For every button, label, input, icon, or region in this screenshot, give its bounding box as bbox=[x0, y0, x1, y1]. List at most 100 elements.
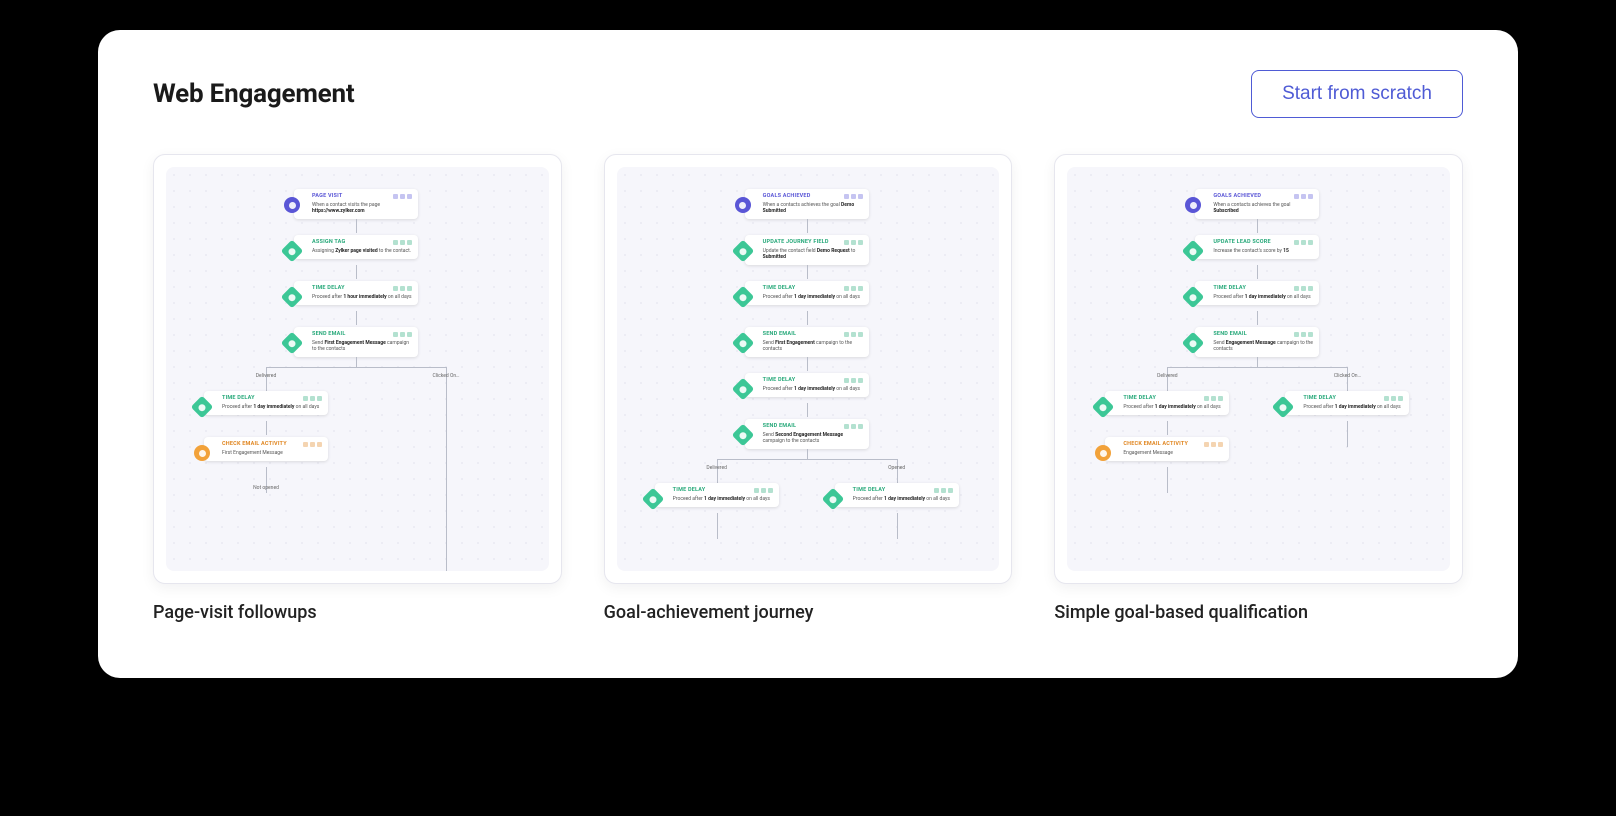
node-title: PAGE VISIT bbox=[312, 193, 343, 200]
flow-node[interactable]: UPDATE LEAD SCOREIncrease the contact's … bbox=[1195, 235, 1319, 259]
node-title: SEND EMAIL bbox=[763, 331, 797, 338]
edit-icon[interactable] bbox=[1294, 286, 1299, 291]
delete-icon[interactable] bbox=[407, 240, 412, 245]
delete-icon[interactable] bbox=[858, 332, 863, 337]
template-column: GOALS ACHIEVEDWhen a contacts achieves t… bbox=[604, 154, 1013, 623]
flow-node[interactable]: GOALS ACHIEVEDWhen a contacts achieves t… bbox=[745, 189, 869, 219]
flow-node[interactable]: TIME DELAYProceed after 1 hour immediate… bbox=[294, 281, 418, 305]
delete-icon[interactable] bbox=[317, 396, 322, 401]
delete-icon[interactable] bbox=[407, 194, 412, 199]
edit-icon[interactable] bbox=[1294, 194, 1299, 199]
edit-icon[interactable] bbox=[844, 194, 849, 199]
edit-icon[interactable] bbox=[1204, 442, 1209, 447]
delete-icon[interactable] bbox=[768, 488, 773, 493]
delete-icon[interactable] bbox=[858, 240, 863, 245]
edit-icon[interactable] bbox=[844, 240, 849, 245]
branch-label: Not opened bbox=[253, 485, 279, 491]
copy-icon[interactable] bbox=[1301, 332, 1306, 337]
copy-icon[interactable] bbox=[851, 378, 856, 383]
template-card[interactable]: PAGE VISITWhen a contact visits the page… bbox=[153, 154, 562, 584]
delete-icon[interactable] bbox=[1218, 442, 1223, 447]
edit-icon[interactable] bbox=[844, 378, 849, 383]
node-title: TIME DELAY bbox=[1123, 395, 1156, 402]
edit-icon[interactable] bbox=[393, 332, 398, 337]
edit-icon[interactable] bbox=[1294, 332, 1299, 337]
copy-icon[interactable] bbox=[851, 240, 856, 245]
flow-node[interactable]: TIME DELAYProceed after 1 day immediatel… bbox=[745, 281, 869, 305]
edit-icon[interactable] bbox=[1204, 396, 1209, 401]
copy-icon[interactable] bbox=[1211, 442, 1216, 447]
copy-icon[interactable] bbox=[400, 286, 405, 291]
copy-icon[interactable] bbox=[941, 488, 946, 493]
delete-icon[interactable] bbox=[948, 488, 953, 493]
edit-icon[interactable] bbox=[393, 286, 398, 291]
flow-node[interactable]: SEND EMAILSend First Engagement campaign… bbox=[745, 327, 869, 357]
copy-icon[interactable] bbox=[1211, 396, 1216, 401]
edit-icon[interactable] bbox=[393, 194, 398, 199]
copy-icon[interactable] bbox=[851, 194, 856, 199]
template-card[interactable]: GOALS ACHIEVEDWhen a contacts achieves t… bbox=[1054, 154, 1463, 584]
flow-node[interactable]: ASSIGN TAGAssigning Zylker page visited … bbox=[294, 235, 418, 259]
flow-node[interactable]: TIME DELAYProceed after 1 day immediatel… bbox=[1105, 391, 1229, 415]
flow-node[interactable]: SEND EMAILSend First Engagement Message … bbox=[294, 327, 418, 357]
flow-node[interactable]: TIME DELAYProceed after 1 day immediatel… bbox=[204, 391, 328, 415]
copy-icon[interactable] bbox=[1301, 194, 1306, 199]
copy-icon[interactable] bbox=[400, 194, 405, 199]
delete-icon[interactable] bbox=[407, 332, 412, 337]
flow-node[interactable]: TIME DELAYProceed after 1 day immediatel… bbox=[655, 483, 779, 507]
flow-node[interactable]: SEND EMAILSend Second Engagement Message… bbox=[745, 419, 869, 449]
copy-icon[interactable] bbox=[1301, 240, 1306, 245]
copy-icon[interactable] bbox=[851, 332, 856, 337]
template-card[interactable]: GOALS ACHIEVEDWhen a contacts achieves t… bbox=[604, 154, 1013, 584]
edit-icon[interactable] bbox=[754, 488, 759, 493]
edit-icon[interactable] bbox=[1384, 396, 1389, 401]
edit-icon[interactable] bbox=[303, 442, 308, 447]
delete-icon[interactable] bbox=[1308, 194, 1313, 199]
flow-node[interactable]: GOALS ACHIEVEDWhen a contacts achieves t… bbox=[1195, 189, 1319, 219]
copy-icon[interactable] bbox=[1391, 396, 1396, 401]
flow-node[interactable]: TIME DELAYProceed after 1 day immediatel… bbox=[1285, 391, 1409, 415]
edit-icon[interactable] bbox=[303, 396, 308, 401]
flow-node[interactable]: SEND EMAILSend Engagement Message campai… bbox=[1195, 327, 1319, 357]
edit-icon[interactable] bbox=[393, 240, 398, 245]
delete-icon[interactable] bbox=[1218, 396, 1223, 401]
edit-icon[interactable] bbox=[1294, 240, 1299, 245]
copy-icon[interactable] bbox=[761, 488, 766, 493]
node-description: Proceed after 1 day immediately on all d… bbox=[1213, 294, 1313, 300]
node-description: Update the contact field Demo Request to… bbox=[763, 248, 863, 261]
node-description: Assigning Zylker page visited to the con… bbox=[312, 248, 412, 254]
flow-node[interactable]: TIME DELAYProceed after 1 day immediatel… bbox=[1195, 281, 1319, 305]
delete-icon[interactable] bbox=[858, 194, 863, 199]
node-title: TIME DELAY bbox=[853, 487, 886, 494]
copy-icon[interactable] bbox=[851, 286, 856, 291]
delete-icon[interactable] bbox=[1398, 396, 1403, 401]
flow-node[interactable]: UPDATE JOURNEY FIELDUpdate the contact f… bbox=[745, 235, 869, 265]
edit-icon[interactable] bbox=[934, 488, 939, 493]
flow-canvas: GOALS ACHIEVEDWhen a contacts achieves t… bbox=[617, 167, 1000, 571]
edit-icon[interactable] bbox=[844, 332, 849, 337]
copy-icon[interactable] bbox=[310, 396, 315, 401]
delete-icon[interactable] bbox=[858, 286, 863, 291]
copy-icon[interactable] bbox=[310, 442, 315, 447]
delete-icon[interactable] bbox=[1308, 332, 1313, 337]
flow-node[interactable]: CHECK EMAIL ACTIVITYEngagement Message bbox=[1105, 437, 1229, 461]
copy-icon[interactable] bbox=[400, 332, 405, 337]
copy-icon[interactable] bbox=[400, 240, 405, 245]
delete-icon[interactable] bbox=[407, 286, 412, 291]
flow-node[interactable]: PAGE VISITWhen a contact visits the page… bbox=[294, 189, 418, 219]
edit-icon[interactable] bbox=[844, 286, 849, 291]
copy-icon[interactable] bbox=[1301, 286, 1306, 291]
delete-icon[interactable] bbox=[858, 424, 863, 429]
delete-icon[interactable] bbox=[858, 378, 863, 383]
connector-line bbox=[1347, 421, 1348, 447]
section-title: Web Engagement bbox=[153, 79, 354, 109]
start-from-scratch-button[interactable]: Start from scratch bbox=[1251, 70, 1463, 118]
delete-icon[interactable] bbox=[317, 442, 322, 447]
flow-node[interactable]: TIME DELAYProceed after 1 day immediatel… bbox=[835, 483, 959, 507]
copy-icon[interactable] bbox=[851, 424, 856, 429]
delete-icon[interactable] bbox=[1308, 286, 1313, 291]
edit-icon[interactable] bbox=[844, 424, 849, 429]
flow-node[interactable]: CHECK EMAIL ACTIVITYFirst Engagement Mes… bbox=[204, 437, 328, 461]
flow-node[interactable]: TIME DELAYProceed after 1 day immediatel… bbox=[745, 373, 869, 397]
delete-icon[interactable] bbox=[1308, 240, 1313, 245]
